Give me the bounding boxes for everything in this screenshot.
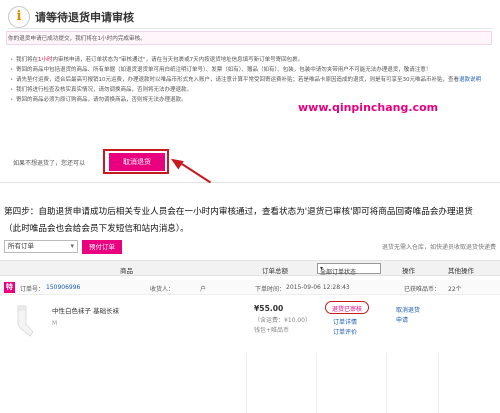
column-divider xyxy=(438,353,439,413)
order-toolbar: 所有订单 预付订单 退货无需入仓库，如快递员收取退货快递费 xyxy=(0,239,500,255)
note-item: 寄回的商品中包括退货的商品、所有单据（如退货退货单可用白纸注明订单号）、发票（如… xyxy=(10,66,490,75)
order-filter-select[interactable]: 所有订单 xyxy=(4,240,78,253)
presale-orders-button[interactable]: 预付订单 xyxy=(82,240,122,254)
order-header-row: 特 订单号： 150906996 收货人： 户 下单时间： 2015-09-06… xyxy=(0,280,500,295)
note-item: 我们将在1小时内审核申请，若订单状态为"审核通过"，请在当天包裹或7天内按退货地… xyxy=(10,56,490,65)
points-value: 22个 xyxy=(448,286,462,293)
cancel-refund-button[interactable]: 取消退货 xyxy=(109,153,165,171)
shipping-fee-note: （含运费：¥10.00） xyxy=(254,317,311,324)
note-item: 我们将进行检查及核实真实情况，请勿调换商品，否则将无法办理退款。 xyxy=(10,86,490,95)
col-product: 商品 xyxy=(120,267,133,275)
order-time: 2015-09-06 12:28:43 xyxy=(286,284,350,291)
order-total: ¥55.00 xyxy=(254,304,284,313)
divider xyxy=(8,28,492,29)
receiver-value: 户 xyxy=(200,286,207,293)
site-watermark: www.qinpinchang.com xyxy=(298,101,439,114)
col-action: 操作 xyxy=(402,267,415,275)
notes-list: 我们将在1小时内审核申请，若订单状态为"审核通过"，请在当天包裹或7天内按退货地… xyxy=(10,56,490,106)
order-list: 所有订单 预付订单 退货无需入仓库，如快递员收取退货快递费 商品 订单总额 全部… xyxy=(0,239,500,413)
apply-link[interactable]: 申请 xyxy=(396,315,408,324)
receiver-label: 收货人： xyxy=(150,286,175,293)
refund-help-link[interactable]: 退款说明 xyxy=(459,77,481,83)
product-thumbnail[interactable] xyxy=(6,302,40,340)
column-divider xyxy=(316,353,317,413)
toolbar-hint: 退货无需入仓库，如快递员收取退货快递费 xyxy=(381,244,496,251)
order-item-row: 中性白色袜子 基础长袜 M ¥55.00 （含运费：¥10.00） 钱包+唯品币… xyxy=(0,296,500,413)
product-name[interactable]: 中性白色袜子 基础长袜 xyxy=(52,305,119,315)
info-icon: i xyxy=(8,6,30,28)
order-review-link[interactable]: 订单评价 xyxy=(333,327,357,336)
product-size: M xyxy=(52,320,58,327)
points-label: 已获唯品币： xyxy=(404,286,441,293)
order-label: 订单号： xyxy=(20,286,45,293)
note-item: 请先垫付运费，适合后最高可报销10元运费，办理退款时以唯品币形式充入账户，请注意… xyxy=(10,76,490,85)
notice-title: 请等待退货申请审核 xyxy=(35,11,134,24)
annotation-arrow-head xyxy=(168,154,184,170)
step-description: 第四步：自助退货申请成功后相关专业人员会在一小时内审核通过，查看状态为'退货已审… xyxy=(4,207,473,217)
column-divider xyxy=(386,353,387,413)
order-details-link[interactable]: 订单详情 xyxy=(333,317,357,326)
column-divider xyxy=(246,353,247,413)
time-label: 下单时间： xyxy=(255,286,286,293)
order-status: 退货已审核 xyxy=(331,306,362,313)
special-sale-badge: 特 xyxy=(4,282,15,293)
table-header: 商品 订单总额 全部订单状态 ▾ 操作 其他操作 xyxy=(0,260,500,276)
cancel-prompt: 如果不想退货了，您还可以 xyxy=(13,160,86,167)
cancel-refund-link[interactable]: 取消退货 xyxy=(396,305,420,314)
order-number-link[interactable]: 150906996 xyxy=(46,284,80,291)
col-other: 其他操作 xyxy=(448,267,474,275)
status-text: 你的退货申请已成功提交，我们将在1小时内完成审核。 xyxy=(8,36,146,42)
payment-method: 钱包+唯品币 xyxy=(254,327,290,334)
status-filter-dropdown[interactable]: 全部订单状态 ▾ xyxy=(317,263,381,276)
col-total: 订单总额 xyxy=(262,267,288,275)
annotation-arrow xyxy=(181,163,212,184)
step-note: （此时唯品会也会给会员下发短信和站内消息）。 xyxy=(4,224,189,234)
refund-notice-panel: i 请等待退货申请审核 你的退货申请已成功提交，我们将在1小时内完成审核。 我们… xyxy=(0,0,500,184)
